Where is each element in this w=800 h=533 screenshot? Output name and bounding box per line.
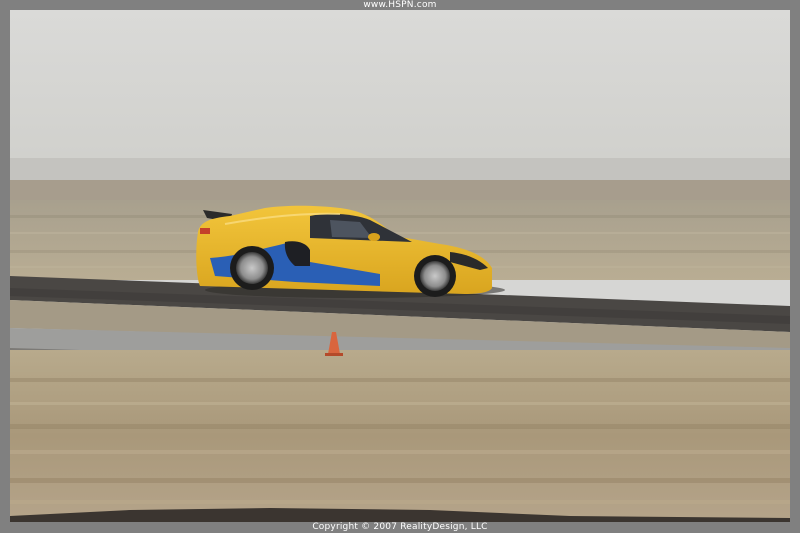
near-field (10, 350, 790, 522)
site-url-caption: www.HSPN.com (363, 0, 437, 10)
sky (10, 10, 790, 170)
race-photo (10, 10, 790, 522)
distant-scrub (10, 180, 790, 202)
photo-frame: www.HSPN.com Copyright © 2007 RealityDes… (0, 0, 800, 533)
copyright-caption: Copyright © 2007 RealityDesign, LLC (312, 522, 488, 532)
race-photo-canvas (10, 10, 790, 522)
